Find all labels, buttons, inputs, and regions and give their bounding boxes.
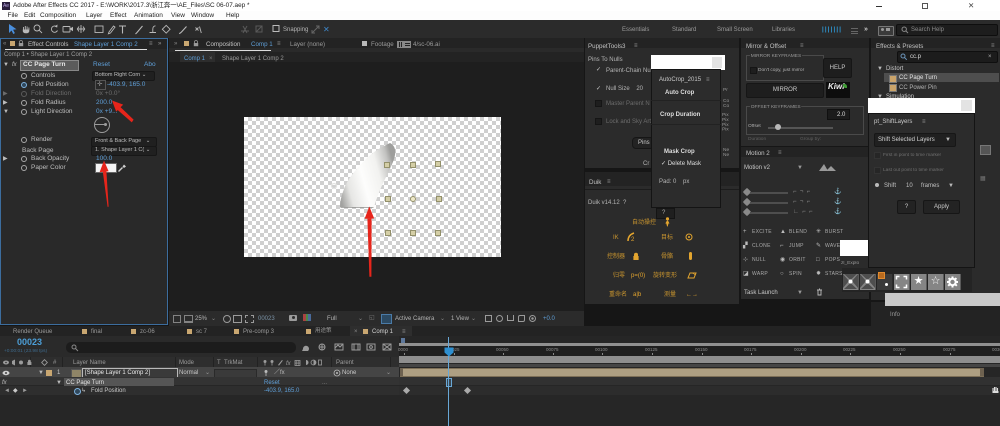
svg-text:fx: fx <box>286 361 292 366</box>
svg-text:2: 2 <box>631 237 635 242</box>
